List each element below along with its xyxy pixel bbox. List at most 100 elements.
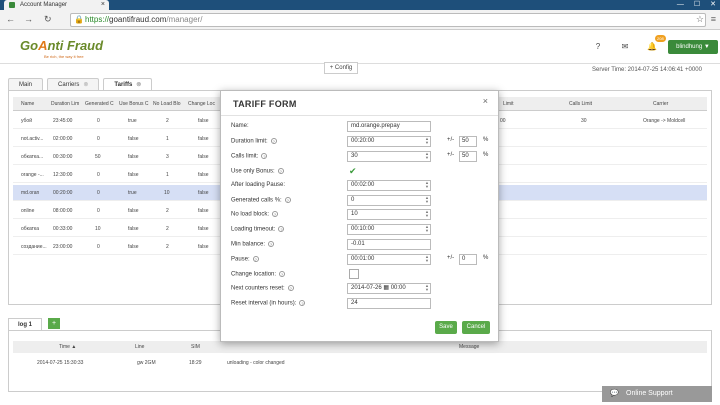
noload-input[interactable]: 10 ▲ ▼: [347, 209, 431, 220]
change-location-checkbox[interactable]: [349, 269, 359, 279]
help-icon[interactable]: ?: [268, 241, 275, 247]
help-icon[interactable]: ?: [279, 271, 286, 277]
cell-name: not.activ...: [21, 136, 44, 142]
spinner-icon[interactable]: ▲ ▼: [425, 284, 429, 292]
tab-main[interactable]: Main: [8, 78, 44, 90]
help-icon[interactable]: ?: [592, 42, 604, 54]
col-generated[interactable]: Generated C: [85, 101, 114, 107]
log-col-time[interactable]: Time ▲: [59, 344, 76, 350]
spinner-icon[interactable]: ▲ ▼: [425, 196, 429, 204]
tab-close-icon[interactable]: ⊗: [83, 82, 88, 88]
logo[interactable]: GoAnti Fraud: [20, 38, 103, 53]
field-label: Change location:?: [231, 271, 286, 278]
duration-input[interactable]: 00:20:00 ▲ ▼: [347, 136, 431, 147]
calendar-icon[interactable]: ▦: [383, 285, 389, 291]
after-loading-input[interactable]: 00:02:00 ▲ ▼: [347, 180, 431, 191]
maximize-icon[interactable]: ☐: [694, 0, 700, 10]
help-icon[interactable]: ?: [270, 138, 277, 144]
help-icon[interactable]: ?: [278, 226, 285, 232]
loading-timeout-input[interactable]: 00:10:00 ▲ ▼: [347, 224, 431, 235]
close-window-icon[interactable]: ✕: [710, 0, 716, 10]
log-col-line[interactable]: Line: [135, 344, 144, 350]
log-row[interactable]: 2014-07-25 15:30:33 gw 2GM 18:29 unloadi…: [13, 357, 707, 369]
lock-icon: 🔒: [74, 15, 84, 24]
cell-noload: 3: [166, 154, 169, 160]
field-noload: No load block:? 10 ▲ ▼: [231, 209, 491, 221]
cell-bonus: true: [128, 118, 137, 124]
minimize-icon[interactable]: —: [677, 0, 684, 10]
spinner-icon[interactable]: ▲ ▼: [425, 152, 429, 160]
cell-generated: 0: [97, 244, 100, 250]
field-label: Min balance:?: [231, 241, 275, 248]
reset-interval-input[interactable]: 24: [347, 298, 431, 309]
col-change[interactable]: Change Loc: [188, 101, 215, 107]
checkmark-icon[interactable]: ✔: [349, 166, 357, 177]
cell-duration: 02:00:00: [53, 136, 73, 142]
col-name[interactable]: Name: [21, 101, 34, 107]
spinner-icon[interactable]: ▲ ▼: [425, 181, 429, 189]
field-pause: Pause:? 00:01:00 ▲ ▼ +/- 0 %: [231, 254, 491, 266]
spinner-icon[interactable]: ▲ ▼: [425, 255, 429, 263]
log-col-sim[interactable]: SIM: [191, 344, 200, 350]
help-icon[interactable]: ?: [261, 153, 268, 159]
online-support-button[interactable]: 💬 Online Support: [602, 386, 712, 402]
help-icon[interactable]: ?: [299, 300, 306, 306]
pause-input[interactable]: 00:01:00 ▲ ▼: [347, 254, 431, 265]
cell-bonus: false: [128, 136, 139, 142]
close-icon[interactable]: ×: [483, 96, 488, 106]
name-input[interactable]: md.orange.prepay: [347, 121, 431, 132]
tab-log-1[interactable]: log 1: [8, 318, 42, 330]
col-carrier[interactable]: Carrier: [653, 101, 668, 107]
back-icon[interactable]: ←: [6, 14, 15, 24]
help-icon[interactable]: ?: [284, 197, 291, 203]
help-icon[interactable]: ?: [272, 211, 279, 217]
col-limit[interactable]: Limit: [503, 101, 514, 107]
col-calls-limit[interactable]: Calls Limit: [569, 101, 592, 107]
config-button[interactable]: + Config: [324, 62, 358, 74]
user-menu-button[interactable]: blindhung ▼: [668, 40, 718, 54]
browser-tab[interactable]: Account Manager ×: [4, 0, 109, 10]
pause-percent-input[interactable]: 0: [459, 254, 477, 265]
percent-label: %: [483, 152, 489, 158]
tab-carriers[interactable]: Carriers ⊗: [47, 78, 100, 90]
duration-percent-input[interactable]: 50: [459, 136, 477, 147]
url-input[interactable]: 🔒 https://goantifraud.com/manager/: [70, 13, 706, 27]
bookmark-star-icon[interactable]: ☆: [696, 14, 704, 25]
add-log-button[interactable]: +: [48, 318, 60, 329]
spinner-icon[interactable]: ▲ ▼: [425, 225, 429, 233]
cell-change: false: [198, 118, 209, 124]
field-generated: Generated calls %:? 0 ▲ ▼: [231, 195, 491, 207]
close-tab-icon[interactable]: ×: [101, 0, 105, 10]
calls-percent-input[interactable]: 50: [459, 151, 477, 162]
col-bonus[interactable]: Use Bonus C: [119, 101, 148, 107]
save-button[interactable]: Save: [435, 321, 457, 334]
cell-generated: 0: [97, 190, 100, 196]
col-noload[interactable]: No Load Blo: [153, 101, 181, 107]
calls-input[interactable]: 30 ▲ ▼: [347, 151, 431, 162]
noload-value: 10: [351, 211, 358, 217]
cell-generated: 50: [95, 154, 101, 160]
mail-icon[interactable]: ✉: [619, 42, 631, 54]
min-balance-input[interactable]: -0.01: [347, 239, 431, 250]
cell-change: false: [198, 190, 209, 196]
col-duration[interactable]: Duration Lim: [51, 101, 79, 107]
plus-minus-label: +/-: [447, 152, 455, 158]
reload-icon[interactable]: ↻: [44, 14, 52, 25]
forward-icon[interactable]: →: [24, 14, 33, 24]
help-icon[interactable]: ?: [277, 168, 284, 174]
spinner-icon[interactable]: ▲ ▼: [425, 210, 429, 218]
field-label: Generated calls %:?: [231, 197, 291, 204]
help-icon[interactable]: ?: [287, 285, 294, 291]
spinner-icon[interactable]: ▲ ▼: [425, 137, 429, 145]
generated-input[interactable]: 0 ▲ ▼: [347, 195, 431, 206]
next-reset-input[interactable]: 2014-07-26 ▦ 00:00 ▲ ▼: [347, 283, 431, 294]
bell-icon[interactable]: 🔔: [646, 42, 658, 54]
cell-noload: 1: [166, 136, 169, 142]
field-label: Pause:?: [231, 256, 259, 263]
tab-tariffs[interactable]: Tariffs ⊗: [103, 78, 153, 90]
browser-menu-icon[interactable]: ≡: [711, 14, 716, 24]
help-icon[interactable]: ?: [252, 256, 259, 262]
log-col-message[interactable]: Message: [459, 344, 479, 350]
cancel-button[interactable]: Cancel: [462, 321, 490, 334]
tab-close-icon[interactable]: ⊗: [136, 82, 141, 88]
